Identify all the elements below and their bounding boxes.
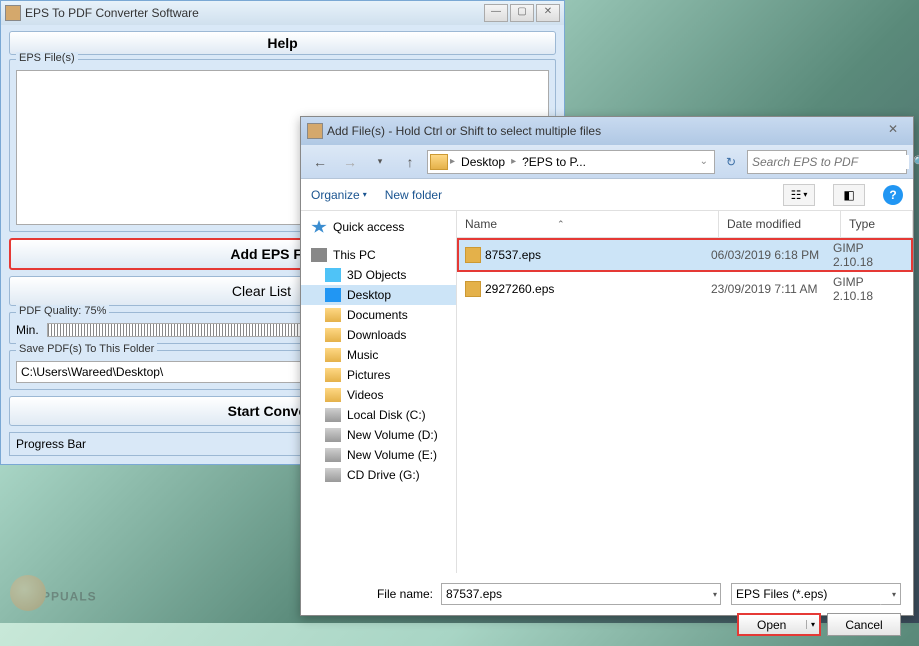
dialog-title: Add File(s) - Hold Ctrl or Shift to sele… [327,124,879,138]
close-button[interactable]: ✕ [536,4,560,22]
save-folder-label: Save PDF(s) To This Folder [16,343,157,355]
nav-documents[interactable]: Documents [301,305,456,325]
cd-icon [325,468,341,482]
file-name: 87537.eps [485,248,711,262]
chevron-down-icon[interactable]: ▾ [713,590,717,599]
folder-icon [325,308,341,322]
eps-files-label: EPS File(s) [16,52,78,64]
chevron-down-icon[interactable]: ▾ [806,620,815,629]
folder-icon [325,328,341,342]
preview-pane-button[interactable]: ◧ [833,184,865,206]
file-type-filter[interactable]: EPS Files (*.eps) ▾ [731,583,901,605]
dialog-toolbar: Organize▾ New folder ☷▾ ◧ ? [301,179,913,211]
minimize-button[interactable]: — [484,4,508,22]
nav-pictures[interactable]: Pictures [301,365,456,385]
search-box[interactable]: 🔍 [747,150,907,174]
file-type: GIMP 2.10.18 [833,241,905,269]
filename-label: File name: [313,587,433,601]
maximize-button[interactable]: ▢ [510,4,534,22]
nav-recent-button[interactable]: ▾ [367,150,393,174]
navigation-pane: Quick access This PC 3D Objects Desktop … [301,211,457,573]
sort-asc-icon: ⌃ [557,219,565,230]
file-type: GIMP 2.10.18 [833,275,905,303]
app-titlebar: EPS To PDF Converter Software — ▢ ✕ [1,1,564,25]
organize-button[interactable]: Organize▾ [311,188,367,202]
file-row-selected[interactable]: 87537.eps 06/03/2019 6:18 PM GIMP 2.10.1… [457,238,913,272]
app-title: EPS To PDF Converter Software [25,6,484,20]
chevron-right-icon: ▸ [511,156,516,167]
preview-icon: ◧ [843,188,854,202]
eps-file-icon [465,247,481,263]
nav-quick-access[interactable]: Quick access [301,217,456,237]
nav-videos[interactable]: Videos [301,385,456,405]
new-folder-button[interactable]: New folder [385,188,442,202]
column-name[interactable]: Name⌃ [457,211,719,237]
snail-icon [10,575,46,611]
objects-icon [325,268,341,282]
quality-label: PDF Quality: 75% [16,305,109,317]
folder-icon [430,154,448,170]
chevron-down-icon: ▾ [892,590,896,599]
drive-icon [325,408,341,422]
file-date: 06/03/2019 6:18 PM [711,248,833,262]
column-type[interactable]: Type [841,211,913,237]
breadcrumb-bar[interactable]: ▸ Desktop ▸ ?EPS to P... ⌄ [427,150,715,174]
nav-forward-button[interactable]: → [337,150,363,174]
search-icon: 🔍 [913,155,919,169]
file-row[interactable]: 2927260.eps 23/09/2019 7:11 AM GIMP 2.10… [457,272,913,306]
appuals-logo: PPUALS [10,575,97,611]
cancel-button[interactable]: Cancel [827,613,901,636]
folder-icon [325,348,341,362]
nav-desktop[interactable]: Desktop [301,285,456,305]
file-open-dialog: Add File(s) - Hold Ctrl or Shift to sele… [300,116,914,616]
nav-back-button[interactable]: ← [307,150,333,174]
help-icon-button[interactable]: ? [883,185,903,205]
nav-downloads[interactable]: Downloads [301,325,456,345]
help-button[interactable]: Help [9,31,556,55]
open-button[interactable]: Open ▾ [737,613,821,636]
column-date-modified[interactable]: Date modified [719,211,841,237]
watermark-text: wsxdn.com [859,604,909,615]
view-mode-button[interactable]: ☷▾ [783,184,815,206]
nav-new-volume-d[interactable]: New Volume (D:) [301,425,456,445]
dialog-titlebar: Add File(s) - Hold Ctrl or Shift to sele… [301,117,913,145]
chevron-right-icon: ▸ [450,156,455,167]
breadcrumb-desktop[interactable]: Desktop [457,155,509,169]
nav-music[interactable]: Music [301,345,456,365]
desktop-icon [325,288,341,302]
nav-cd-drive-g[interactable]: CD Drive (G:) [301,465,456,485]
nav-up-button[interactable]: ↑ [397,150,423,174]
pc-icon [311,248,327,262]
drive-icon [325,428,341,442]
search-input[interactable] [752,155,909,169]
nav-3d-objects[interactable]: 3D Objects [301,265,456,285]
quality-min-label: Min. [16,323,39,337]
refresh-button[interactable]: ↻ [719,150,743,174]
nav-local-disk-c[interactable]: Local Disk (C:) [301,405,456,425]
chevron-down-icon[interactable]: ⌄ [700,156,712,167]
filename-input[interactable] [441,583,721,605]
app-icon [5,5,21,21]
dialog-footer: File name: ▾ EPS Files (*.eps) ▾ Open ▾ … [301,573,913,646]
eps-file-icon [465,281,481,297]
folder-icon [325,388,341,402]
view-icon: ☷ [791,188,802,202]
nav-this-pc[interactable]: This PC [301,245,456,265]
breadcrumb-folder[interactable]: ?EPS to P... [518,155,590,169]
star-icon [311,220,327,234]
file-list-pane: Name⌃ Date modified Type 87537.eps 06/03… [457,211,913,573]
folder-icon [325,368,341,382]
file-date: 23/09/2019 7:11 AM [711,282,833,296]
file-list-header: Name⌃ Date modified Type [457,211,913,238]
drive-icon [325,448,341,462]
file-name: 2927260.eps [485,282,711,296]
dialog-close-button[interactable]: ✕ [879,121,907,141]
nav-new-volume-e[interactable]: New Volume (E:) [301,445,456,465]
dialog-icon [307,123,323,139]
dialog-nav-bar: ← → ▾ ↑ ▸ Desktop ▸ ?EPS to P... ⌄ ↻ 🔍 [301,145,913,179]
